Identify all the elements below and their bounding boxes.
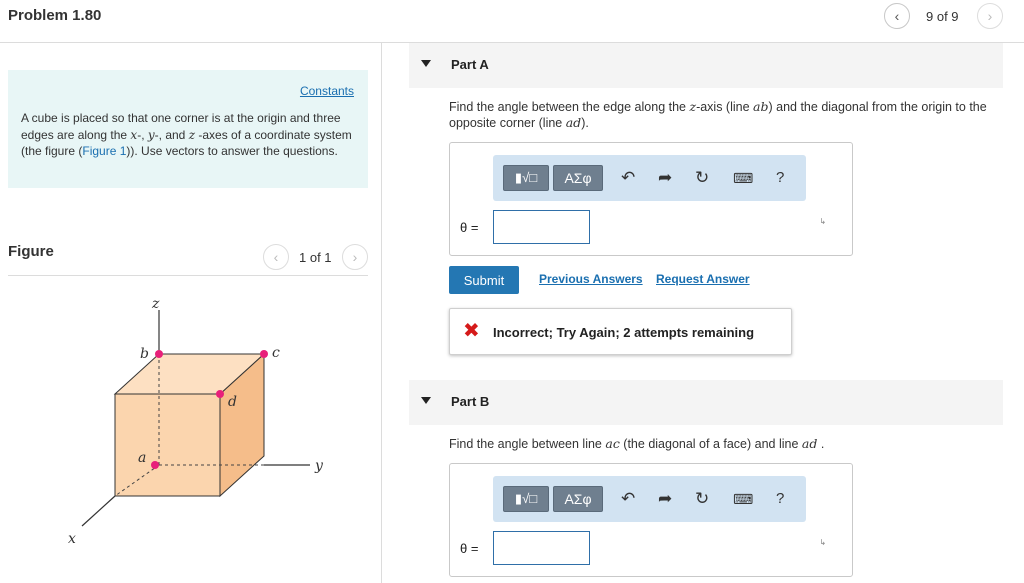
point-d-label: d [228,394,237,410]
problem-page: Problem 1.80 ‹ 9 of 9 › Constants A cube… [0,0,1024,583]
figure-link[interactable]: Figure 1 [82,144,126,158]
error-x-icon: ✖ [463,320,480,342]
resize-icon: ↳ [819,538,826,547]
z-axis-label: z [151,296,160,312]
part-a-question-text-2: -axis (line [696,100,754,114]
next-figure-button[interactable]: › [342,244,368,270]
y-axis-label: y [314,458,324,474]
part-a-theta-label: θ = [460,220,479,235]
help-button[interactable]: ? [776,489,784,509]
symbols-button[interactable]: ΑΣφ [553,165,603,191]
line-ad-variable: ad [565,115,582,130]
part-b-question-text-1: Find the angle between line [449,437,606,451]
radical-template-icon: ▮√□ [514,491,538,506]
resize-icon: ↳ [819,217,826,226]
reset-icon[interactable]: ↻ [695,489,709,509]
part-a-answer-input[interactable] [493,210,590,244]
cube-front-face [114,393,221,497]
feedback-box: ✖ Incorrect; Try Again; 2 attempts remai… [449,308,792,355]
problem-text-2: -, [137,127,148,142]
help-button[interactable]: ? [776,168,784,188]
x-axis [81,495,116,527]
point-a-label: a [138,450,146,466]
chevron-left-icon: ‹ [273,249,279,265]
submit-button[interactable]: Submit [449,266,519,294]
point-c-label: c [272,345,280,361]
part-b-math-toolbar: ▮√□ ΑΣφ ↶ ➦ ↻ ⌨ ? [493,476,806,522]
collapse-arrow-icon [421,397,431,404]
problem-pager-text: 9 of 9 [926,9,959,24]
part-b-theta-label: θ = [460,541,479,556]
point-a [151,461,159,469]
line-ac-variable: ac [605,436,620,451]
feedback-message: Incorrect; Try Again; 2 attempts remaini… [493,325,755,340]
line-ab-variable: ab [753,99,769,114]
part-b-header[interactable]: Part B [409,380,1003,425]
collapse-arrow-icon [421,60,431,67]
radical-template-icon: ▮√□ [514,170,538,185]
part-a-math-toolbar: ▮√□ ΑΣφ ↶ ➦ ↻ ⌨ ? [493,155,806,201]
reset-icon[interactable]: ↻ [695,168,709,188]
part-a-answer-box: ▮√□ ΑΣφ ↶ ➦ ↻ ⌨ ? θ = ↳ [449,142,853,256]
undo-icon[interactable]: ↶ [621,489,635,509]
constants-link[interactable]: Constants [300,84,354,98]
part-a-header[interactable]: Part A [409,43,1003,88]
part-b-answer-input[interactable] [493,531,590,565]
point-d [216,390,224,398]
figure-pager-text: 1 of 1 [299,250,332,265]
keyboard-icon[interactable]: ⌨ [733,168,753,188]
previous-figure-button[interactable]: ‹ [263,244,289,270]
templates-button[interactable]: ▮√□ [503,165,549,191]
top-bar: Problem 1.80 ‹ 9 of 9 › [0,0,1024,43]
y-variable: y [147,127,155,142]
cube-figure: z y x b c d a [68,296,324,547]
part-b-question: Find the angle between line ac (the diag… [449,436,999,452]
symbols-button[interactable]: ΑΣφ [553,486,603,512]
point-b-label: b [140,346,149,362]
previous-problem-button[interactable]: ‹ [884,3,910,29]
problem-title: Problem 1.80 [8,7,102,24]
figure-divider [8,275,368,276]
part-a-question: Find the angle between the edge along th… [449,99,999,131]
line-ad-variable: ad [801,436,818,451]
problem-statement: A cube is placed so that one corner is a… [21,110,356,160]
symbols-button-label: ΑΣφ [564,170,592,186]
problem-text-3: -, and [154,127,189,142]
keyboard-icon[interactable]: ⌨ [733,489,753,509]
column-divider [381,43,382,583]
undo-icon[interactable]: ↶ [621,168,635,188]
part-b-answer-box: ▮√□ ΑΣφ ↶ ➦ ↻ ⌨ ? θ = ↳ [449,463,853,577]
redo-icon[interactable]: ➦ [658,168,672,188]
chevron-right-icon: › [352,249,358,265]
next-problem-button[interactable]: › [977,3,1003,29]
part-a-question-text-4: ). [581,116,589,130]
point-c [260,350,268,358]
part-a-label: Part A [451,57,489,72]
part-b-label: Part B [451,394,490,409]
x-axis-label: x [68,531,76,547]
symbols-button-label: ΑΣφ [564,491,592,507]
chevron-left-icon: ‹ [894,8,900,24]
request-answer-link[interactable]: Request Answer [656,272,750,286]
part-b-question-text-3: . [817,437,825,451]
chevron-right-icon: › [987,8,993,24]
part-b-question-text-2: (the diagonal of a face) and line [619,437,802,451]
problem-intro-box: Constants A cube is placed so that one c… [8,70,368,188]
figure-heading: Figure [8,243,54,260]
previous-answers-link[interactable]: Previous Answers [539,272,643,286]
problem-text-5: )). Use vectors to answer the questions. [126,144,338,158]
point-b [155,350,163,358]
templates-button[interactable]: ▮√□ [503,486,549,512]
part-a-question-text-1: Find the angle between the edge along th… [449,100,690,114]
redo-icon[interactable]: ➦ [658,489,672,509]
